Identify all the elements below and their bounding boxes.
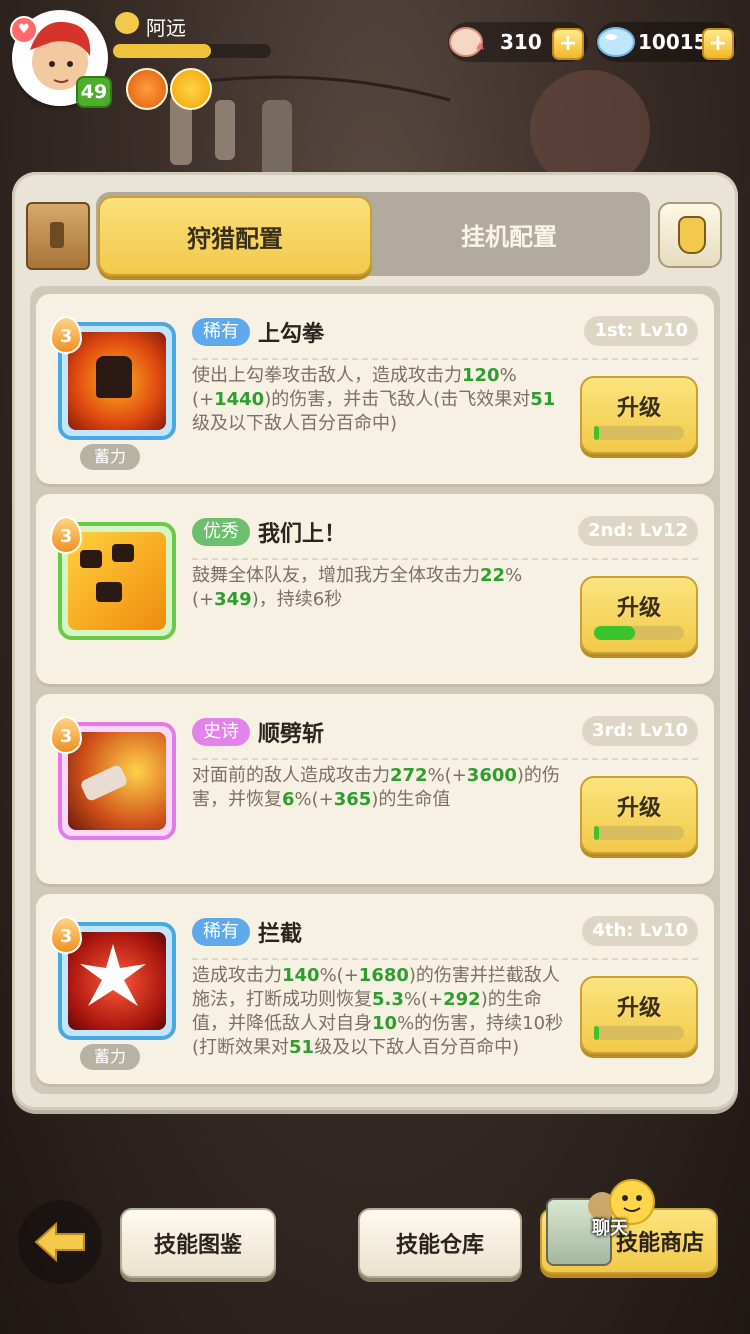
rarity-badge: 优秀 bbox=[192, 518, 250, 546]
skill-description: 造成攻击力140%(+1680)的伤害并拦截敌人施法，打断成功则恢复5.3%(+… bbox=[192, 964, 564, 1060]
skill-codex-button[interactable]: 技能图鉴 bbox=[120, 1208, 276, 1278]
highlight-value: 292 bbox=[443, 989, 481, 1010]
highlight-value: 5.3 bbox=[372, 989, 404, 1010]
upgrade-progress-bar bbox=[594, 826, 684, 840]
upgrade-button[interactable]: 升级 bbox=[580, 376, 698, 454]
skill-card: 3 史诗 顺劈斩 3rd: Lv10 对面前的敌人造成攻击力272%(+3600… bbox=[36, 694, 714, 884]
player-title-icon bbox=[115, 12, 139, 34]
add-shell-button[interactable]: + bbox=[552, 28, 584, 60]
hand-icon[interactable] bbox=[658, 202, 722, 268]
gem-currency: 100152 + bbox=[596, 22, 736, 62]
highlight-value: 6 bbox=[282, 789, 295, 810]
upgrade-progress-fill bbox=[594, 426, 599, 440]
divider bbox=[192, 958, 698, 960]
skill-panel: 狩猎配置 挂机配置 3 蓄力 稀有 上勾拳 1st: Lv10 使出上勾拳攻击敌… bbox=[12, 172, 738, 1110]
description-text: %(+ bbox=[427, 765, 467, 786]
scroll-icon[interactable] bbox=[26, 202, 90, 270]
description-text: )，持续6秒 bbox=[251, 589, 343, 610]
description-text: %(+ bbox=[319, 965, 359, 986]
chat-label: 聊天 bbox=[592, 1218, 628, 1239]
charge-tag: 蓄力 bbox=[80, 444, 140, 470]
gem-icon bbox=[597, 27, 635, 57]
rarity-badge: 稀有 bbox=[192, 918, 250, 946]
skill-stack-badge: 3 bbox=[50, 516, 82, 554]
skill-name: 顺劈斩 bbox=[258, 722, 325, 747]
add-gem-button[interactable]: + bbox=[702, 28, 734, 60]
highlight-value: 3600 bbox=[466, 765, 517, 786]
slot-level-tag: 4th: Lv10 bbox=[582, 916, 698, 946]
upgrade-progress-bar bbox=[594, 1026, 684, 1040]
tab-idle-config[interactable]: 挂机配置 bbox=[374, 196, 644, 272]
highlight-value: 365 bbox=[333, 789, 372, 810]
skill-stack-badge: 3 bbox=[50, 316, 82, 354]
skill-description: 对面前的敌人造成攻击力272%(+3600)的伤害，并恢复6%(+365)的生命… bbox=[192, 764, 564, 812]
description-text: )的生命值 bbox=[371, 789, 451, 810]
skill-warehouse-button[interactable]: 技能仓库 bbox=[358, 1208, 522, 1278]
upgrade-button[interactable]: 升级 bbox=[580, 976, 698, 1054]
heart-icon[interactable]: ♥ bbox=[10, 16, 38, 44]
slot-level-tag: 3rd: Lv10 bbox=[581, 716, 698, 746]
divider bbox=[192, 358, 698, 360]
upgrade-label: 升级 bbox=[616, 396, 661, 421]
charge-tag: 蓄力 bbox=[80, 1044, 140, 1070]
highlight-value: 140 bbox=[282, 965, 320, 986]
divider bbox=[192, 758, 698, 760]
upgrade-button[interactable]: 升级 bbox=[580, 576, 698, 654]
highlight-value: 10 bbox=[372, 1013, 398, 1034]
description-text: 级及以下敌人百分百命中) bbox=[192, 413, 398, 434]
shell-currency: 310 + bbox=[448, 22, 588, 62]
highlight-value: 22 bbox=[480, 565, 506, 586]
upgrade-label: 升级 bbox=[616, 796, 661, 821]
skill-description: 使出上勾拳攻击敌人，造成攻击力120%(+1440)的伤害，并击飞敌人(击飞效果… bbox=[192, 364, 564, 436]
skill-card: 3 蓄力 稀有 上勾拳 1st: Lv10 使出上勾拳攻击敌人，造成攻击力120… bbox=[36, 294, 714, 484]
upgrade-label: 升级 bbox=[616, 996, 661, 1021]
upgrade-progress-fill bbox=[594, 826, 599, 840]
upgrade-button[interactable]: 升级 bbox=[580, 776, 698, 854]
description-text: )的伤害，并击飞敌人(击飞效果对 bbox=[264, 389, 531, 410]
highlight-value: 272 bbox=[390, 765, 428, 786]
skill-name: 上勾拳 bbox=[258, 322, 325, 347]
description-text: 鼓舞全体队友，增加我方全体攻击力 bbox=[192, 565, 480, 586]
skill-name: 拦截 bbox=[258, 922, 303, 947]
slot-level-tag: 1st: Lv10 bbox=[584, 316, 698, 346]
skill-card: 3 蓄力 稀有 拦截 4th: Lv10 造成攻击力140%(+1680)的伤害… bbox=[36, 894, 714, 1084]
upgrade-progress-bar bbox=[594, 426, 684, 440]
skill-stack-badge: 3 bbox=[50, 916, 82, 954]
description-text: %(+ bbox=[403, 989, 444, 1010]
highlight-value: 349 bbox=[214, 589, 252, 610]
rarity-badge: 稀有 bbox=[192, 318, 250, 346]
highlight-value: 51 bbox=[289, 1037, 315, 1058]
highlight-value: 1440 bbox=[214, 389, 265, 410]
buff-icon[interactable] bbox=[170, 68, 212, 110]
description-text: 对面前的敌人造成攻击力 bbox=[192, 765, 390, 786]
shell-value: 310 bbox=[500, 30, 542, 54]
player-level-badge: 49 bbox=[76, 76, 112, 108]
skill-name: 我们上！ bbox=[258, 522, 347, 547]
skill-description: 鼓舞全体队友，增加我方全体攻击力22%(+349)，持续6秒 bbox=[192, 564, 564, 612]
description-text: %(+ bbox=[294, 789, 334, 810]
upgrade-label: 升级 bbox=[616, 596, 661, 621]
upgrade-progress-fill bbox=[594, 1026, 599, 1040]
shell-icon bbox=[449, 27, 484, 57]
back-arrow-icon bbox=[34, 1222, 85, 1262]
buff-icon[interactable] bbox=[126, 68, 168, 110]
slot-level-tag: 2nd: Lv12 bbox=[578, 516, 698, 546]
highlight-value: 1680 bbox=[358, 965, 409, 986]
description-text: 级及以下敌人百分百命中) bbox=[314, 1037, 520, 1058]
description-text: 造成攻击力 bbox=[192, 965, 282, 986]
highlight-value: 120 bbox=[462, 365, 500, 386]
divider bbox=[192, 558, 698, 560]
player-name: 阿远 bbox=[146, 16, 186, 40]
upgrade-progress-fill bbox=[594, 626, 635, 640]
description-text: 使出上勾拳攻击敌人，造成攻击力 bbox=[192, 365, 462, 386]
upgrade-progress-bar bbox=[594, 626, 684, 640]
back-button[interactable] bbox=[18, 1200, 102, 1284]
exp-bar bbox=[113, 44, 271, 58]
highlight-value: 51 bbox=[530, 389, 556, 410]
skill-stack-badge: 3 bbox=[50, 716, 82, 754]
exp-bar-fill bbox=[113, 44, 211, 58]
tab-hunt-config[interactable]: 狩猎配置 bbox=[98, 196, 372, 276]
skill-card: 3 优秀 我们上！ 2nd: Lv12 鼓舞全体队友，增加我方全体攻击力22%(… bbox=[36, 494, 714, 684]
rarity-badge: 史诗 bbox=[192, 718, 250, 746]
